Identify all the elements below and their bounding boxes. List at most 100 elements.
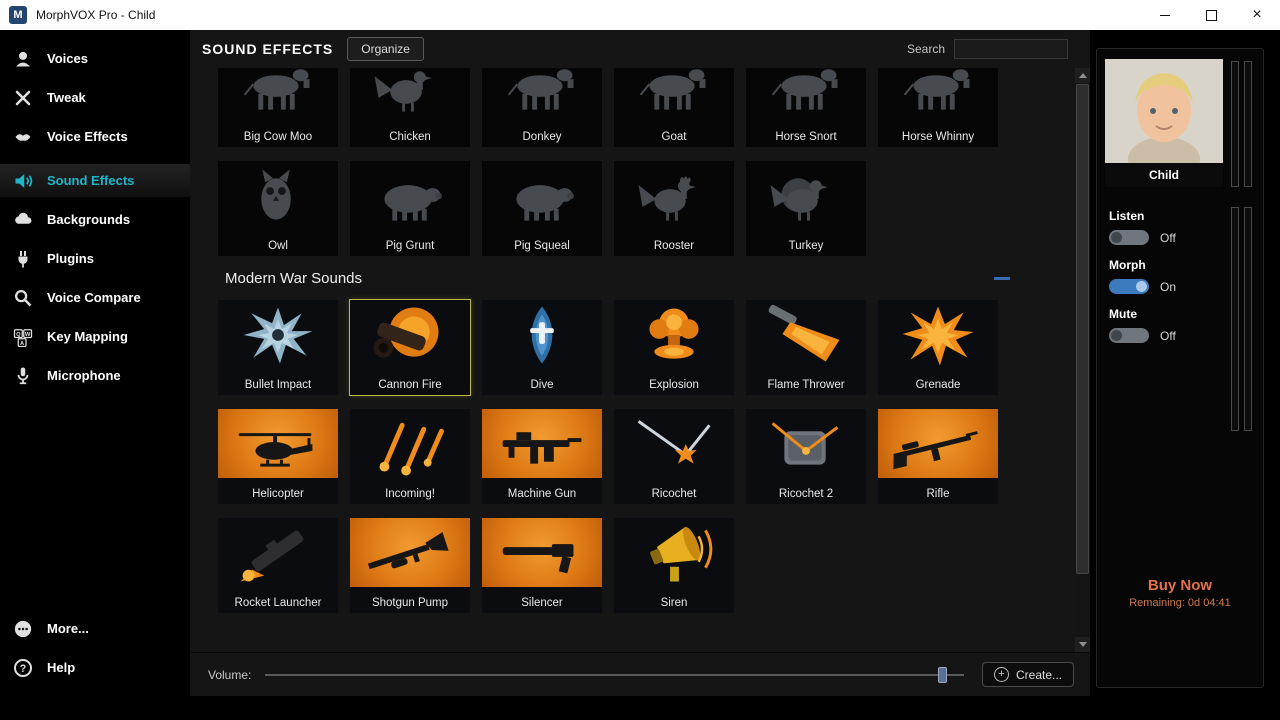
- sidebar-item-plugins[interactable]: Plugins: [0, 242, 190, 275]
- sound-tile-pig-grunt[interactable]: Pig Grunt: [350, 161, 470, 256]
- dive-icon: [482, 300, 602, 369]
- sound-tile-silencer[interactable]: Silencer: [482, 518, 602, 613]
- sound-tile-label: Rooster: [614, 240, 734, 252]
- sound-tile-bullet-impact[interactable]: Bullet Impact: [218, 300, 338, 395]
- svg-text:Q: Q: [16, 331, 21, 337]
- search-input[interactable]: [954, 39, 1068, 59]
- sound-tile-label: Rocket Launcher: [218, 597, 338, 609]
- maximize-icon: [1206, 10, 1217, 21]
- sidebar-item-label: Sound Effects: [47, 173, 134, 188]
- scrollbar-thumb[interactable]: [1076, 84, 1089, 574]
- sound-tile-label: Shotgun Pump: [350, 597, 470, 609]
- close-button[interactable]: ×: [1234, 0, 1280, 30]
- sidebar-item-tweak[interactable]: Tweak: [0, 81, 190, 114]
- scroll-up-button[interactable]: [1075, 68, 1090, 83]
- mute-toggle[interactable]: [1109, 328, 1149, 343]
- sidebar-item-microphone[interactable]: Microphone: [0, 359, 190, 392]
- sidebar-item-voice-compare[interactable]: Voice Compare: [0, 281, 190, 314]
- sidebar-nav: Voices Tweak Voice Effects Sound Effects Bac…: [0, 30, 190, 392]
- morph-block: Morph On: [1109, 258, 1227, 294]
- window-title: MorphVOX Pro - Child: [36, 8, 155, 22]
- svg-text:A: A: [20, 340, 24, 346]
- sound-grid: Big Cow MooChicken Donkey Goat Horse Snort H…: [190, 68, 1075, 613]
- sound-tile-owl[interactable]: Owl: [218, 161, 338, 256]
- sound-tile-pig-squeal[interactable]: Pig Squeal: [482, 161, 602, 256]
- sound-tile-dive[interactable]: Dive: [482, 300, 602, 395]
- sound-tile-siren[interactable]: Siren: [614, 518, 734, 613]
- sound-tile-label: Donkey: [482, 131, 602, 143]
- content-area: Big Cow MooChicken Donkey Goat Horse Snort H…: [190, 68, 1075, 652]
- sidebar-item-sound-effects[interactable]: Sound Effects: [0, 164, 190, 197]
- sound-tile-rooster[interactable]: Rooster: [614, 161, 734, 256]
- sidebar-item-label: Voice Compare: [47, 290, 141, 305]
- main-header: SOUND EFFECTS Organize Search: [190, 30, 1090, 68]
- donkey-icon: [482, 68, 602, 121]
- sidebar-item-label: More...: [47, 621, 89, 636]
- sound-tile-chicken[interactable]: Chicken: [350, 68, 470, 147]
- sound-tile-label: Owl: [218, 240, 338, 252]
- organize-button[interactable]: Organize: [347, 37, 424, 61]
- sound-tile-ricochet-2[interactable]: Ricochet 2: [746, 409, 866, 504]
- sound-tile-helicopter[interactable]: Helicopter: [218, 409, 338, 504]
- sidebar-item-voice-effects[interactable]: Voice Effects: [0, 120, 190, 153]
- sound-tile-label: Rifle: [878, 488, 998, 500]
- goat-icon: [614, 68, 734, 121]
- sidebar-item-backgrounds[interactable]: Backgrounds: [0, 203, 190, 236]
- turkey-icon: [746, 161, 866, 230]
- sound-tile-ricochet[interactable]: Ricochet: [614, 409, 734, 504]
- sound-tile-label: Pig Squeal: [482, 240, 602, 252]
- sound-tile-label: Flame Thrower: [746, 379, 866, 391]
- page-title: SOUND EFFECTS: [202, 41, 333, 57]
- vertical-scrollbar[interactable]: [1075, 68, 1090, 652]
- sound-tile-flame-thrower[interactable]: Flame Thrower: [746, 300, 866, 395]
- sound-tile-goat[interactable]: Goat: [614, 68, 734, 147]
- sound-tile-label: Goat: [614, 131, 734, 143]
- sound-tile-horse-snort[interactable]: Horse Snort: [746, 68, 866, 147]
- level-meter: [1231, 61, 1239, 187]
- arrow-down-icon: [1079, 642, 1087, 647]
- sound-tile-label: Dive: [482, 379, 602, 391]
- sound-tile-turkey[interactable]: Turkey: [746, 161, 866, 256]
- section-header: Modern War Sounds: [218, 270, 1010, 287]
- sound-tile-rifle[interactable]: Rifle: [878, 409, 998, 504]
- flame-thrower-icon: [746, 300, 866, 369]
- sound-tile-label: Siren: [614, 597, 734, 609]
- ricochet-2-icon: [746, 409, 866, 478]
- create-button[interactable]: + Create...: [982, 662, 1074, 687]
- sound-tile-donkey[interactable]: Donkey: [482, 68, 602, 147]
- sound-tile-grenade[interactable]: Grenade: [878, 300, 998, 395]
- sidebar-item-label: Voice Effects: [47, 129, 128, 144]
- minimize-button[interactable]: [1142, 0, 1188, 30]
- sound-tile-incoming[interactable]: Incoming!: [350, 409, 470, 504]
- sound-tile-rocket-launcher[interactable]: Rocket Launcher: [218, 518, 338, 613]
- voice-name: Child: [1105, 163, 1223, 187]
- level-meter: [1244, 61, 1252, 187]
- helicopter-icon: [218, 409, 338, 478]
- sound-tile-machine-gun[interactable]: Machine Gun: [482, 409, 602, 504]
- sound-tile-explosion[interactable]: Explosion: [614, 300, 734, 395]
- bullet-impact-icon: [218, 300, 338, 369]
- buy-now-link[interactable]: Buy Now: [1097, 577, 1263, 594]
- sound-tile-label: Horse Whinny: [878, 131, 998, 143]
- maximize-button[interactable]: [1188, 0, 1234, 30]
- sidebar-item-key-mapping[interactable]: QWAKey Mapping: [0, 320, 190, 353]
- volume-slider-thumb[interactable]: [938, 667, 947, 683]
- sidebar-item-voices[interactable]: Voices: [0, 42, 190, 75]
- toggle-knob: [1111, 232, 1122, 243]
- sound-tile-shotgun-pump[interactable]: Shotgun Pump: [350, 518, 470, 613]
- sound-tile-cannon-fire[interactable]: Cannon Fire: [350, 300, 470, 395]
- sound-tile-label: Horse Snort: [746, 131, 866, 143]
- volume-slider[interactable]: [265, 666, 964, 684]
- sidebar-item-help[interactable]: ?Help: [0, 651, 190, 684]
- ricochet-icon: [614, 409, 734, 478]
- morph-label: Morph: [1109, 258, 1227, 272]
- sidebar-item-more[interactable]: More...: [0, 612, 190, 645]
- sound-tile-horse-whinny[interactable]: Horse Whinny: [878, 68, 998, 147]
- scroll-down-button[interactable]: [1075, 637, 1090, 652]
- sound-tile-big-cow-moo[interactable]: Big Cow Moo: [218, 68, 338, 147]
- morph-toggle[interactable]: [1109, 279, 1149, 294]
- listen-toggle[interactable]: [1109, 230, 1149, 245]
- sound-tile-label: Incoming!: [350, 488, 470, 500]
- avatar: [1105, 59, 1223, 163]
- app-logo: M: [9, 6, 27, 24]
